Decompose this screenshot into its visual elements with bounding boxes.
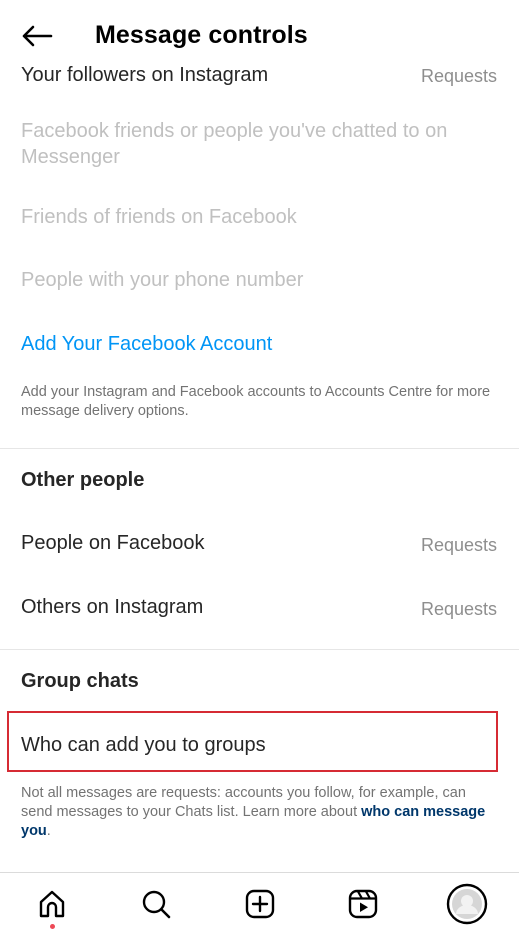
accounts-centre-note: Add your Instagram and Facebook accounts… — [21, 384, 491, 419]
section-title-group-chats: Group chats — [21, 670, 139, 692]
row-label: People with your phone number — [21, 269, 304, 291]
profile-avatar — [446, 883, 488, 924]
section-title-other-people: Other people — [21, 469, 145, 491]
message-controls-list: Your followers on Instagram Requests Fac… — [0, 0, 519, 872]
notification-dot — [50, 924, 55, 929]
row-value: Requests — [420, 599, 497, 619]
bottom-tab-bar — [0, 872, 519, 934]
row-value: Requests — [420, 535, 497, 555]
row-label: Friends of friends on Facebook — [21, 206, 297, 228]
create-icon — [245, 889, 275, 918]
row-people-on-facebook[interactable]: People on Facebook Requests — [0, 517, 519, 573]
tab-create[interactable] — [230, 873, 290, 934]
row-label: Others on Instagram — [21, 596, 204, 618]
row-label: Facebook friends or people you've chatte… — [21, 120, 448, 168]
footer-note-end: . — [46, 823, 51, 839]
row-facebook-friends: Facebook friends or people you've chatte… — [0, 118, 519, 178]
divider — [0, 649, 519, 650]
row-others-on-instagram[interactable]: Others on Instagram Requests — [0, 581, 519, 637]
home-icon — [39, 890, 65, 917]
footer-note: Not all messages are requests: accounts … — [21, 784, 491, 841]
tab-profile[interactable] — [437, 873, 497, 934]
row-friends-of-friends: Friends of friends on Facebook — [0, 204, 519, 260]
search-icon — [142, 890, 171, 918]
top-bar: Message controls — [0, 0, 519, 66]
row-value: Requests — [420, 66, 497, 86]
divider — [0, 448, 519, 449]
tab-search[interactable] — [126, 873, 186, 934]
add-facebook-account-link[interactable]: Add Your Facebook Account — [0, 331, 519, 387]
reels-icon — [348, 889, 378, 918]
tab-reels[interactable] — [333, 873, 393, 934]
back-arrow-icon — [22, 25, 53, 47]
row-phone-number: People with your phone number — [0, 267, 519, 323]
row-label: People on Facebook — [21, 532, 205, 554]
page-title: Message controls — [95, 21, 308, 49]
add-facebook-account-label: Add Your Facebook Account — [21, 333, 273, 355]
highlight-box — [7, 711, 498, 772]
back-button[interactable] — [18, 20, 56, 52]
